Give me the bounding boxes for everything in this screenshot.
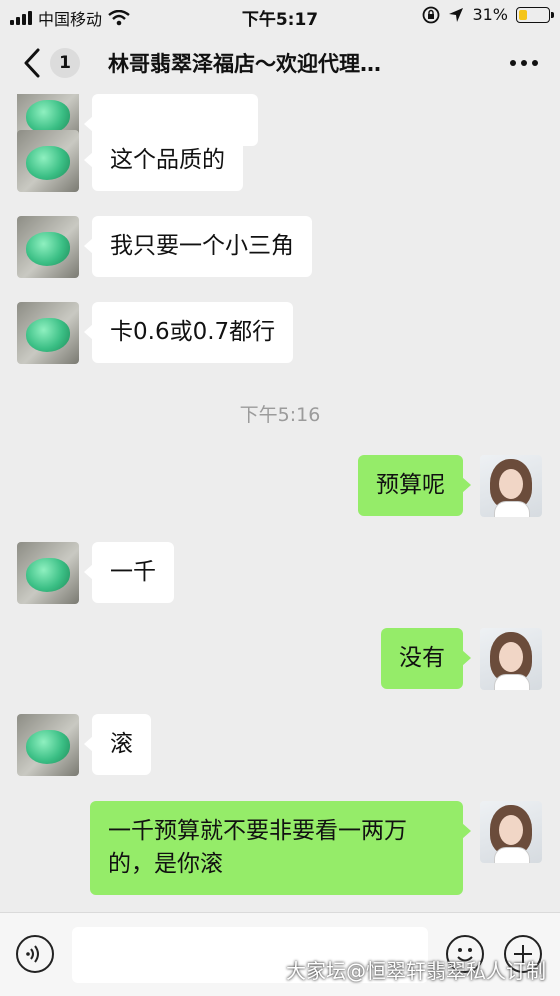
chat-title: 林哥翡翠泽福店～欢迎代理…: [108, 52, 381, 76]
my-avatar[interactable]: [480, 801, 542, 863]
message-bubble[interactable]: 这个品质的: [84, 130, 243, 191]
my-avatar[interactable]: [480, 628, 542, 690]
message-bubble-mine[interactable]: 没有: [381, 628, 471, 689]
contact-avatar[interactable]: [17, 302, 79, 364]
contact-avatar[interactable]: [17, 542, 79, 604]
battery-percent: 31%: [472, 5, 508, 24]
unread-badge[interactable]: 1: [50, 48, 80, 78]
message-bubble[interactable]: 一千: [84, 542, 174, 603]
message-bubble[interactable]: 卡0.6或0.7都行: [83, 302, 294, 363]
chat-timestamp: 下午5:16: [239, 404, 321, 426]
message-bubble-mine[interactable]: 预算呢: [358, 455, 471, 516]
battery-icon: [516, 6, 554, 23]
message-bubble[interactable]: 我只要一个小三角: [84, 216, 312, 277]
input-bar: 大家坛@恒翠轩翡翠私人订制: [0, 912, 560, 996]
contact-avatar[interactable]: [17, 216, 79, 278]
message-list[interactable]: 这个品质的 我只要一个小三角 卡0.6或0.7都行 下午5:16 预算呢 一千 …: [0, 94, 560, 912]
contact-avatar[interactable]: [17, 714, 79, 776]
message-bubble[interactable]: 滚: [84, 714, 151, 775]
lock-rotation-icon: [423, 6, 440, 23]
location-icon: [449, 7, 464, 22]
message-bubble-mine[interactable]: 一千预算就不要非要看一两万 的，是你滚: [90, 801, 471, 895]
battery-level: [519, 9, 527, 20]
contact-avatar[interactable]: [17, 130, 79, 192]
status-bar: 中国移动 下午5:17 31%: [0, 0, 560, 32]
chat-header: 1 林哥翡翠泽福店～欢迎代理…: [0, 32, 560, 94]
back-chevron-icon[interactable]: [18, 45, 48, 81]
watermark-text: 大家坛@恒翠轩翡翠私人订制: [286, 959, 546, 983]
status-right: 31%: [422, 5, 554, 24]
my-avatar[interactable]: [480, 455, 542, 517]
more-dots-icon[interactable]: [510, 60, 538, 66]
voice-icon[interactable]: [16, 935, 54, 973]
